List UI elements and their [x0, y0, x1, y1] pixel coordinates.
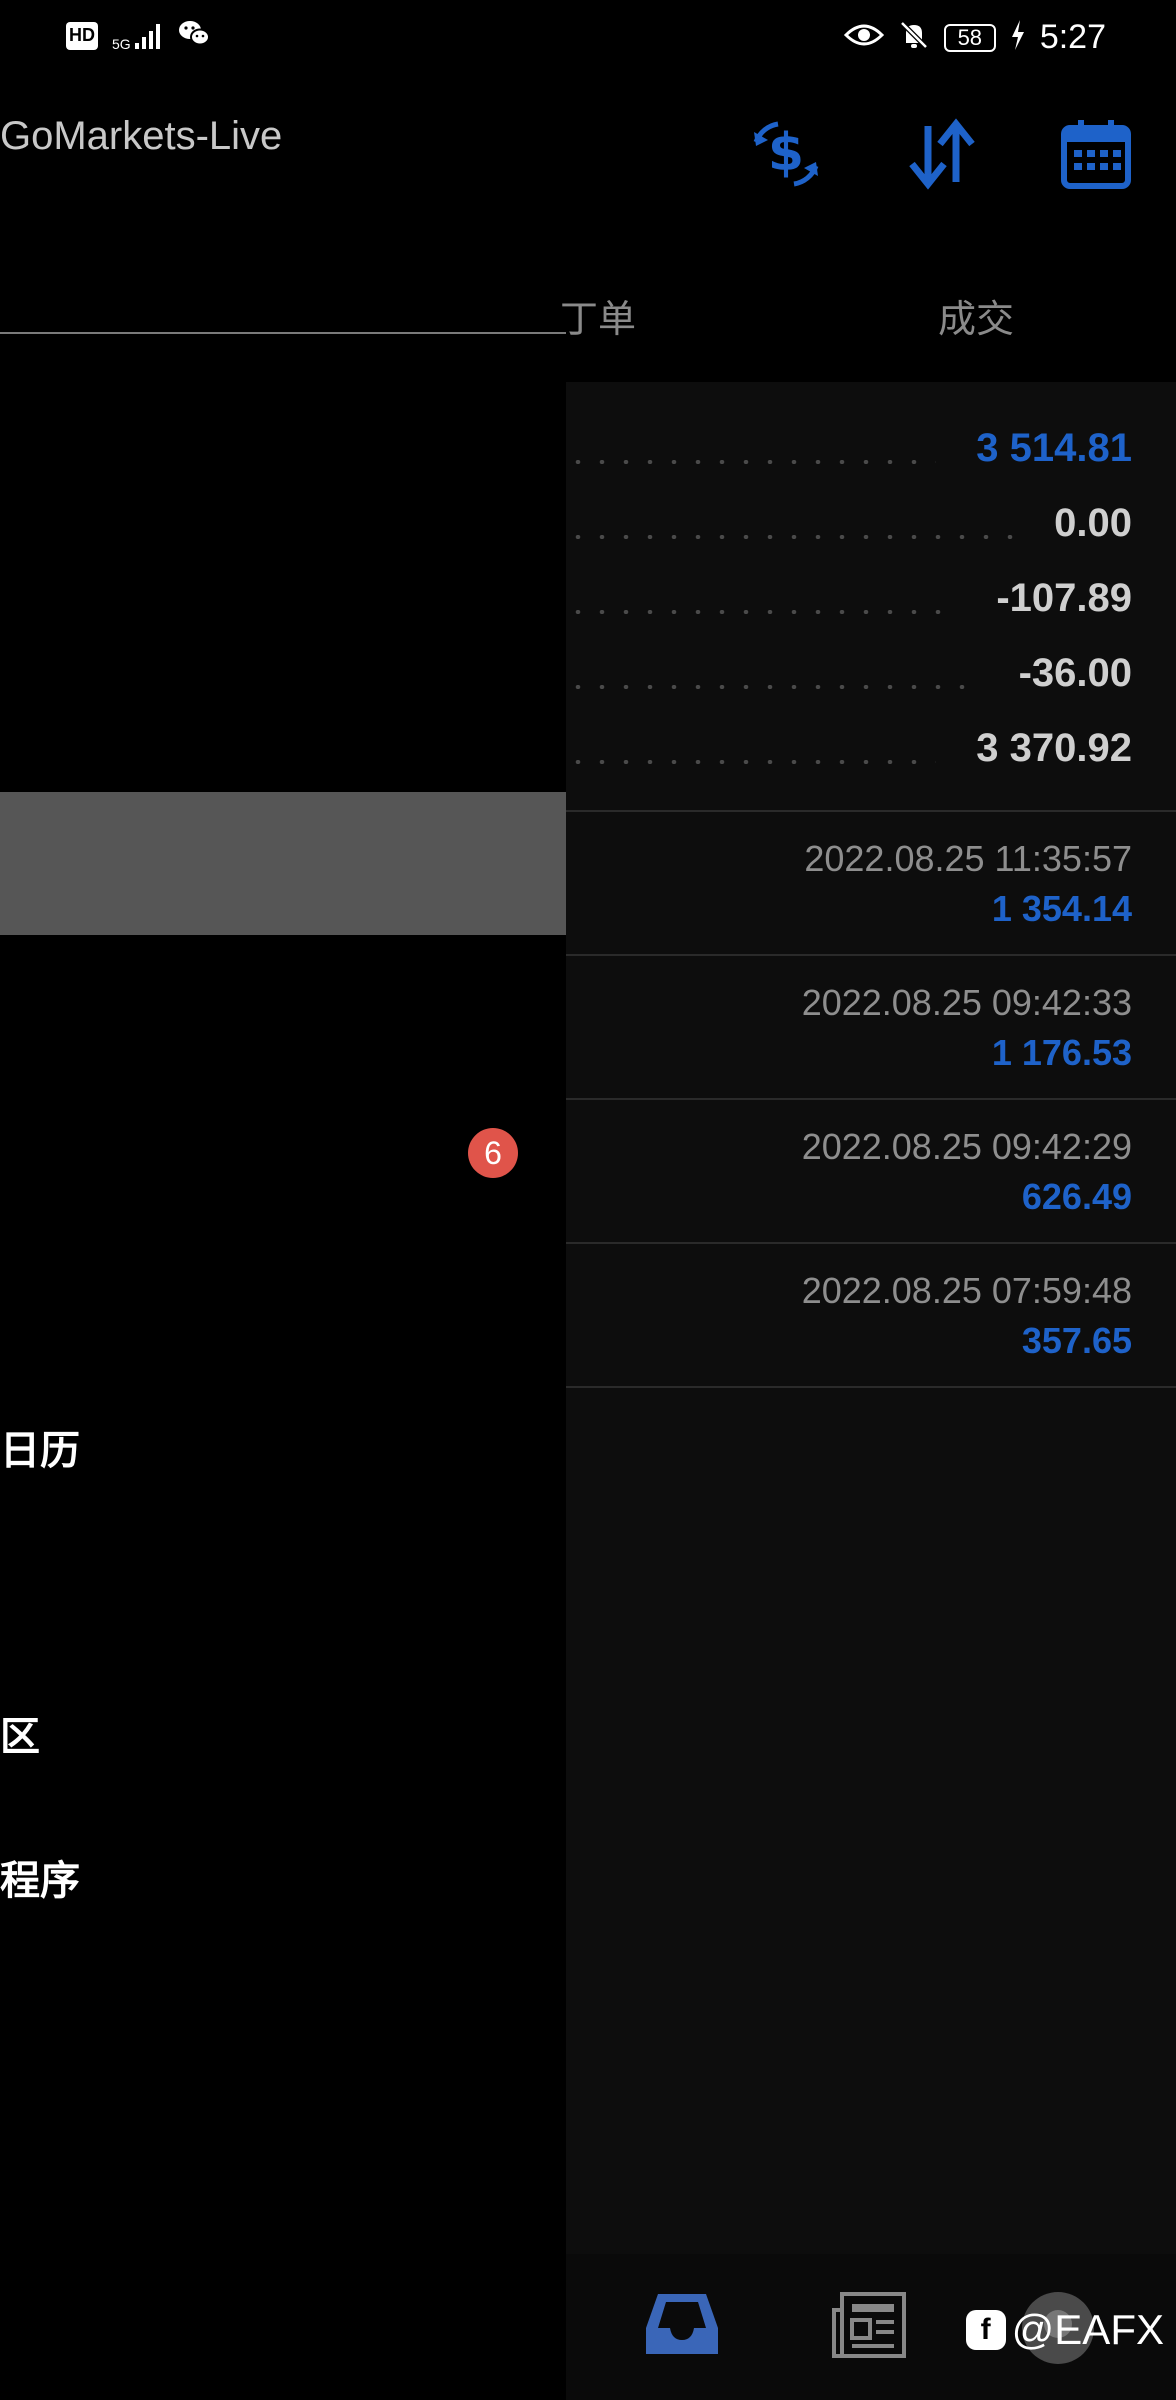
bell-muted-icon	[898, 19, 930, 56]
deal-row[interactable]: 2022.08.25 11:35:57 1 354.14	[566, 828, 1132, 968]
summary-row: 0.00	[566, 495, 1132, 555]
hd-icon: HD	[66, 21, 98, 50]
deal-amount: 357.65	[1021, 1320, 1132, 1361]
status-bar-right: 58 5:27	[843, 18, 1106, 57]
summary-value: -107.89	[996, 576, 1132, 620]
deal-time: 2022.08.25 09:42:29	[801, 1126, 1132, 1167]
eye-icon	[843, 21, 884, 54]
deal-row[interactable]: 2022.08.25 09:42:33 1 176.53	[566, 972, 1132, 1112]
summary-value: 3 514.81	[976, 426, 1132, 470]
divider	[566, 810, 1176, 812]
divider	[566, 1098, 1176, 1100]
summary-row: -107.89	[566, 570, 1132, 630]
summary-value: 0.00	[1054, 501, 1132, 545]
tab-deals[interactable]: 成交	[938, 288, 1014, 343]
watermark-logo-icon: f	[965, 2310, 1006, 2350]
currency-exchange-icon[interactable]: $	[748, 118, 824, 195]
clock: 5:27	[1039, 18, 1106, 56]
deal-time: 2022.08.25 11:35:57	[804, 838, 1132, 879]
watermark: f @EAFX	[965, 2306, 1164, 2354]
status-bar-left: HD 5G	[66, 18, 211, 53]
calendar-icon[interactable]	[1060, 118, 1132, 195]
divider	[566, 1386, 1176, 1388]
network-type-label: 5G	[112, 35, 131, 52]
deal-time: 2022.08.25 09:42:33	[801, 982, 1132, 1023]
drawer-input-underline	[0, 332, 566, 334]
deal-row[interactable]: 2022.08.25 09:42:29 626.49	[566, 1116, 1132, 1256]
summary-value: 3 370.92	[976, 726, 1132, 770]
wechat-icon	[177, 18, 211, 53]
drawer-item-apps[interactable]: 程序	[0, 1848, 80, 1906]
news-icon[interactable]	[832, 2292, 906, 2363]
summary-row: 3 514.81	[566, 420, 1132, 480]
inbox-icon[interactable]	[644, 2288, 720, 2365]
deal-row[interactable]: 2022.08.25 07:59:48 357.65	[566, 1260, 1132, 1400]
tab-orders[interactable]: 丁单	[560, 288, 636, 343]
dot-leader	[566, 535, 1014, 539]
signal-icon: 5G	[112, 21, 163, 51]
drawer-item-selected[interactable]	[0, 792, 566, 935]
server-name: GoMarkets-Live	[0, 114, 283, 158]
dot-leader	[566, 460, 936, 464]
deal-amount: 1 176.53	[991, 1032, 1132, 1073]
deal-amount: 626.49	[1021, 1176, 1132, 1217]
drawer-item-community[interactable]: 区	[0, 1704, 40, 1762]
summary-value: -36.00	[1018, 651, 1132, 695]
divider	[566, 954, 1176, 956]
status-bar: HD 5G 58 5:27	[0, 0, 1176, 72]
dot-leader	[566, 610, 956, 614]
svg-text:$: $	[768, 123, 804, 183]
deal-amount: 1 354.14	[991, 888, 1132, 929]
sort-icon[interactable]	[904, 118, 980, 195]
summary-row: 3 370.92	[566, 720, 1132, 780]
divider	[566, 1242, 1176, 1244]
drawer-item-calendar[interactable]: 日历	[0, 1418, 80, 1476]
battery-indicator: 58	[943, 23, 996, 52]
dot-leader	[566, 760, 936, 764]
notification-badge: 6	[468, 1128, 518, 1178]
deal-time: 2022.08.25 07:59:48	[801, 1270, 1132, 1311]
charging-icon	[1010, 20, 1026, 55]
watermark-text: @EAFX	[1011, 2306, 1164, 2353]
screen: HD 5G 58 5:27 GoMarkets-Live $ 丁单 成交 3 5…	[0, 0, 1176, 2400]
summary-row: -36.00	[566, 645, 1132, 705]
dot-leader	[566, 685, 976, 689]
